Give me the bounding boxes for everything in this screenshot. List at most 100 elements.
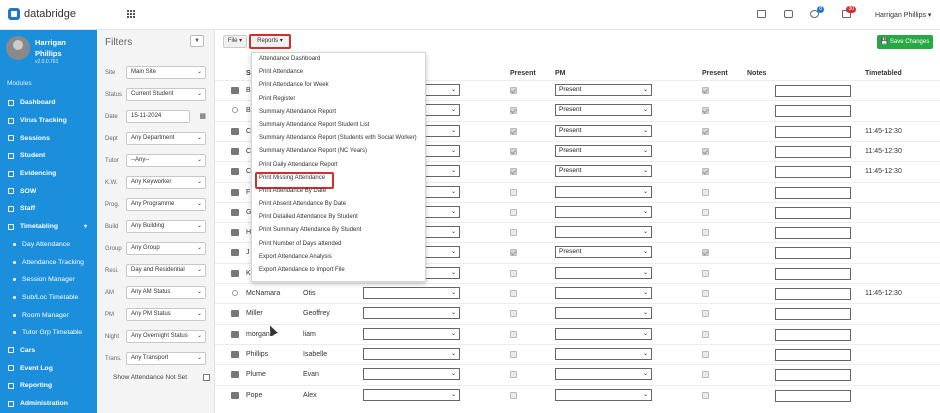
student-photo-icon[interactable] — [231, 310, 239, 318]
notes-input[interactable] — [775, 369, 851, 382]
filter-build-select[interactable]: Any Building ⌄ — [126, 220, 206, 233]
present-pm-checkbox[interactable] — [702, 188, 709, 196]
present-pm-checkbox[interactable] — [702, 127, 709, 135]
am-status-select[interactable]: ⌄ — [363, 327, 460, 340]
present-am-checkbox[interactable] — [510, 371, 517, 379]
present-am-checkbox[interactable] — [510, 249, 517, 257]
col-notes[interactable]: Notes — [747, 70, 766, 77]
menu-item-print-summary-attendance-by-student[interactable]: Print Summary Attendance By Student — [252, 224, 425, 237]
sidebar-item-cars[interactable]: Cars — [0, 342, 97, 360]
pm-status-select[interactable]: ⌄ — [555, 205, 652, 218]
status-circle-icon[interactable] — [232, 107, 238, 114]
present-am-checkbox[interactable] — [510, 229, 517, 237]
present-am-checkbox[interactable] — [510, 127, 517, 135]
menu-item-print-attendance[interactable]: Print Attendance — [252, 66, 425, 79]
present-pm-checkbox[interactable] — [702, 87, 709, 94]
filter-night-select[interactable]: Any Overnight Status ⌄ — [126, 330, 206, 343]
filter-site-select[interactable]: Main Site ⌄ — [126, 66, 206, 79]
menu-item-print-daily-attendance-report[interactable]: Print Daily Attendance Report — [252, 159, 425, 172]
student-photo-icon[interactable] — [231, 391, 239, 399]
pm-status-select[interactable]: Present ⌄ — [555, 144, 652, 157]
pm-status-select[interactable]: Present ⌄ — [555, 165, 652, 178]
notes-input[interactable] — [775, 206, 851, 219]
user-menu[interactable]: Harrigan Phillips ▾ — [875, 11, 931, 19]
filter-trans-select[interactable]: Any Transport ⌄ — [126, 352, 206, 365]
notifications-icon[interactable]: 8 — [810, 6, 824, 18]
menu-item-export-attendance-to-import-file[interactable]: Export Attendance to Import File — [252, 264, 425, 277]
student-photo-icon[interactable] — [231, 127, 239, 135]
student-photo-icon[interactable] — [231, 87, 239, 94]
present-am-checkbox[interactable] — [510, 147, 517, 155]
pm-status-select[interactable]: ⌄ — [555, 327, 652, 340]
present-pm-checkbox[interactable] — [702, 350, 709, 358]
menu-item-print-absent-attendance-by-date[interactable]: Print Absent Attendance By Date — [252, 198, 425, 211]
sidebar-item-session-manager[interactable]: Session Manager — [0, 271, 97, 289]
sidebar-item-room-manager[interactable]: Room Manager — [0, 306, 97, 324]
sidebar-item-attendance-tracking[interactable]: Attendance Tracking — [0, 253, 97, 271]
menu-item-summary-attendance-report-students-with-social-worker[interactable]: Summary Attendance Report (Students with… — [252, 132, 425, 145]
notes-input[interactable] — [775, 85, 851, 97]
student-photo-icon[interactable] — [231, 350, 239, 358]
present-am-checkbox[interactable] — [510, 208, 517, 216]
filter-am-select[interactable]: Any AM Status ⌄ — [126, 286, 206, 299]
sidebar-item-student[interactable]: Student — [0, 147, 97, 165]
pm-status-select[interactable]: ⌄ — [555, 307, 652, 320]
present-pm-checkbox[interactable] — [702, 371, 709, 379]
pm-status-select[interactable]: Present ⌄ — [555, 124, 652, 137]
notes-input[interactable] — [775, 267, 851, 280]
show-not-set-filter[interactable]: Show Attendance Not Set — [113, 374, 210, 381]
pm-status-select[interactable]: Present ⌄ — [555, 104, 652, 117]
notes-input[interactable] — [775, 145, 851, 158]
filter-tutor-select[interactable]: --Any-- ⌄ — [126, 154, 206, 167]
sidebar-item-dashboard[interactable]: Dashboard — [0, 94, 97, 112]
apps-grid-icon[interactable] — [127, 10, 135, 18]
present-am-checkbox[interactable] — [510, 188, 517, 196]
col-pm[interactable]: PM — [555, 70, 566, 77]
present-am-checkbox[interactable] — [510, 269, 517, 277]
present-am-checkbox[interactable] — [510, 391, 517, 399]
present-pm-checkbox[interactable] — [702, 208, 709, 216]
present-pm-checkbox[interactable] — [702, 168, 709, 176]
menu-item-print-attendance-by-date[interactable]: Print Attendance By Date — [252, 185, 425, 198]
notes-input[interactable] — [775, 308, 851, 321]
sidebar-item-virus-tracking[interactable]: Virus Tracking — [0, 112, 97, 130]
pm-status-select[interactable]: ⌄ — [555, 388, 652, 401]
menu-item-print-detailed-attendance-by-student[interactable]: Print Detailed Attendance By Student — [252, 211, 425, 224]
present-am-checkbox[interactable] — [510, 290, 517, 297]
save-changes-button[interactable]: 💾 Save Changes — [877, 35, 933, 49]
menu-item-print-missing-attendance[interactable]: Print Missing Attendance — [252, 171, 425, 189]
present-pm-checkbox[interactable] — [702, 330, 709, 338]
present-pm-checkbox[interactable] — [702, 310, 709, 318]
am-status-select[interactable]: ⌄ — [363, 368, 460, 381]
menu-item-attendance-dashboard[interactable]: Attendance Dashboard — [252, 53, 425, 66]
present-pm-checkbox[interactable] — [702, 269, 709, 277]
sidebar-item-staff[interactable]: Staff — [0, 200, 97, 218]
avatar[interactable] — [6, 36, 30, 60]
student-photo-icon[interactable] — [231, 188, 239, 196]
present-am-checkbox[interactable] — [510, 310, 517, 318]
col-surname[interactable]: S — [246, 70, 251, 77]
am-status-select[interactable]: ⌄ — [363, 287, 460, 299]
sidebar-item-day-attendance[interactable]: Day Attendance — [0, 236, 97, 254]
calendar-icon[interactable]: ▦ — [199, 111, 206, 122]
menu-item-summary-attendance-report-nc-years[interactable]: Summary Attendance Report (NC Years) — [252, 145, 425, 158]
pm-status-select[interactable]: ⌄ — [555, 226, 652, 239]
menu-item-export-attendance-analysis[interactable]: Export Attendance Analysis — [252, 251, 425, 264]
sidebar-item-evidencing[interactable]: Evidencing — [0, 165, 97, 183]
notes-input[interactable] — [775, 389, 851, 402]
present-pm-checkbox[interactable] — [702, 290, 709, 297]
filter-toggle-button[interactable]: ▼ — [190, 35, 204, 47]
show-not-set-checkbox[interactable] — [203, 374, 210, 381]
pm-status-select[interactable]: ⌄ — [555, 347, 652, 360]
pm-status-select[interactable]: ⌄ — [555, 266, 652, 279]
student-photo-icon[interactable] — [231, 371, 239, 379]
col-timetabled[interactable]: Timetabled — [865, 70, 902, 77]
menu-item-summary-attendance-report-student-list[interactable]: Summary Attendance Report Student List — [252, 119, 425, 132]
notes-input[interactable] — [775, 247, 851, 260]
present-am-checkbox[interactable] — [510, 350, 517, 358]
menu-item-print-register[interactable]: Print Register — [252, 93, 425, 106]
notes-input[interactable] — [775, 125, 851, 138]
present-pm-checkbox[interactable] — [702, 107, 709, 115]
student-photo-icon[interactable] — [231, 147, 239, 155]
present-am-checkbox[interactable] — [510, 168, 517, 176]
